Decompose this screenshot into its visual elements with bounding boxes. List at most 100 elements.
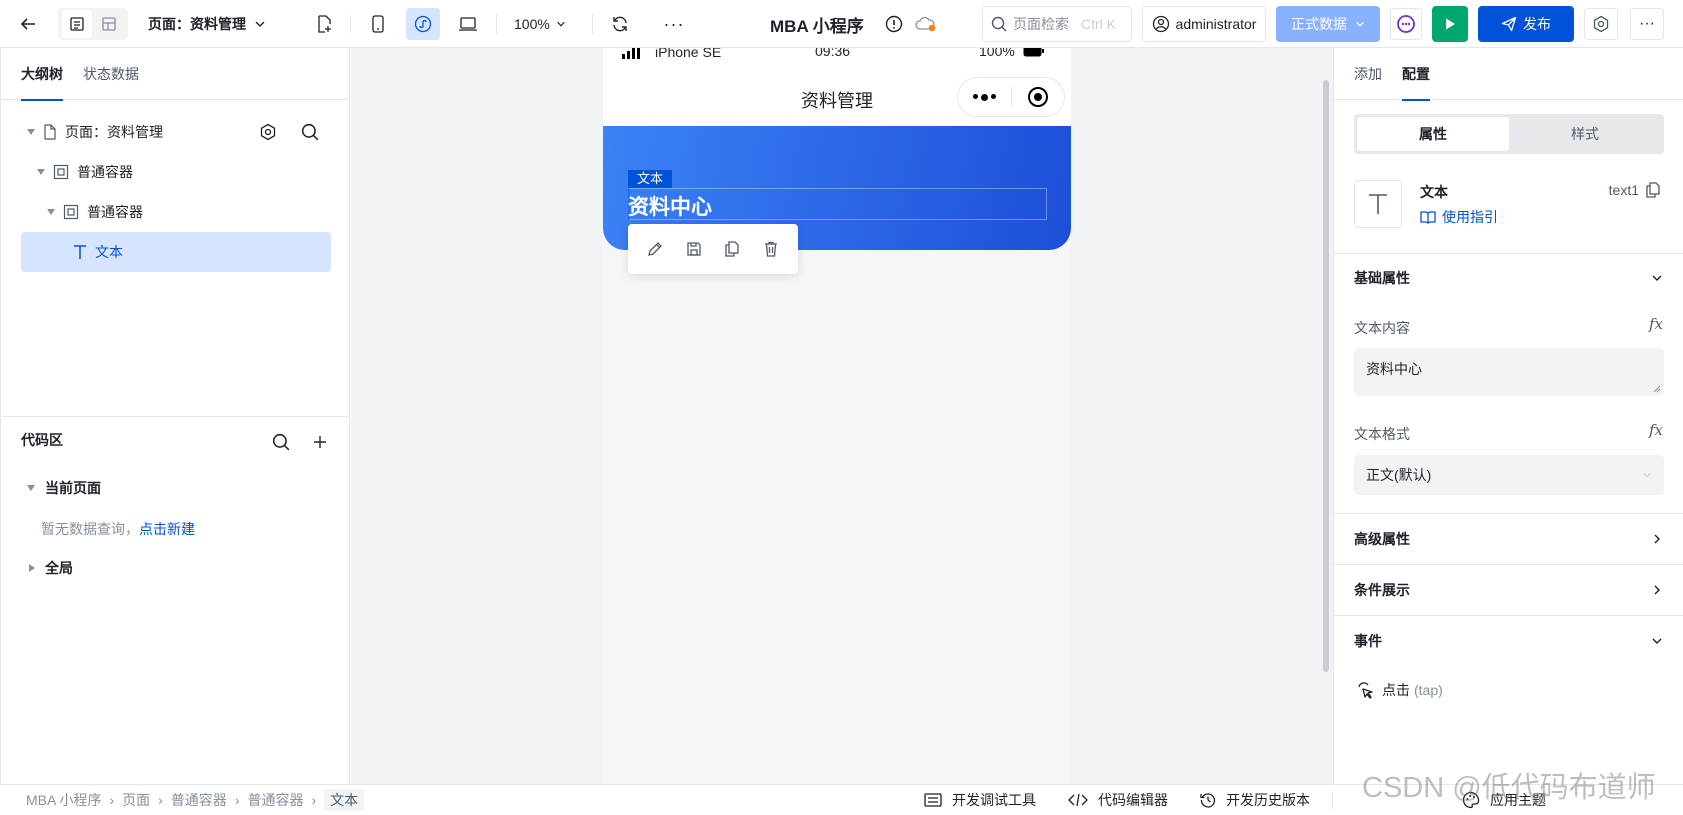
chevron-right-icon bbox=[1654, 534, 1660, 544]
zoom-selector[interactable]: 100% bbox=[514, 12, 566, 36]
cloud-sync-icon[interactable] bbox=[914, 14, 938, 34]
user-name: administrator bbox=[1175, 16, 1257, 32]
devtools-button[interactable]: 开发调试工具 bbox=[924, 785, 1036, 815]
edit-icon[interactable] bbox=[647, 241, 663, 257]
text-format-select[interactable]: 正文(默认) bbox=[1354, 455, 1664, 495]
breadcrumb-item-current[interactable]: 文本 bbox=[324, 789, 365, 811]
segment-properties[interactable]: 属性 bbox=[1357, 117, 1509, 151]
add-icon[interactable] bbox=[312, 434, 328, 450]
search-icon[interactable] bbox=[272, 433, 290, 451]
caret-down-icon[interactable] bbox=[47, 209, 55, 215]
save-icon[interactable] bbox=[686, 241, 702, 257]
caret-right-icon[interactable] bbox=[29, 564, 35, 572]
text-content-value: 资料中心 bbox=[1366, 361, 1422, 377]
divider bbox=[350, 14, 351, 34]
breadcrumb-item[interactable]: 普通容器 bbox=[247, 790, 303, 810]
refresh-icon[interactable] bbox=[608, 12, 632, 36]
breadcrumb-separator: › bbox=[234, 792, 240, 808]
code-group-global[interactable]: 全局 bbox=[29, 548, 73, 588]
chevron-down-icon bbox=[557, 21, 565, 27]
tree-node-page[interactable]: 页面：资料管理 bbox=[27, 112, 327, 152]
formula-icon[interactable]: fx bbox=[1649, 421, 1663, 439]
breadcrumb: MBA 小程序 › 页面 › 普通容器 › 普通容器 › 文本 bbox=[18, 789, 373, 811]
signal-icon bbox=[622, 48, 640, 59]
capsule-close-icon[interactable] bbox=[1012, 86, 1064, 108]
canvas-scrollbar[interactable] bbox=[1323, 80, 1329, 672]
component-type-icon bbox=[1354, 180, 1402, 228]
book-icon bbox=[1420, 211, 1436, 224]
code-group-current-page[interactable]: 当前页面 bbox=[27, 468, 101, 508]
ai-assistant-icon[interactable] bbox=[1390, 8, 1422, 40]
breadcrumb-item[interactable]: 普通容器 bbox=[171, 790, 227, 810]
tree-node-container[interactable]: 普通容器 bbox=[47, 192, 327, 232]
breadcrumb-separator: › bbox=[109, 792, 115, 808]
settings-icon[interactable] bbox=[1584, 8, 1618, 40]
create-query-link[interactable]: 点击新建 bbox=[139, 521, 195, 537]
history-button[interactable]: 开发历史版本 bbox=[1200, 785, 1310, 815]
tree-node-container[interactable]: 普通容器 bbox=[37, 152, 327, 192]
page-search-box[interactable]: 页面检索 Ctrl K bbox=[982, 6, 1132, 42]
right-panel: 添加 配置 属性 样式 文本 text1 使用指引 基础属性 文本内容 fx 资… bbox=[1333, 48, 1683, 784]
code-icon bbox=[1068, 793, 1088, 807]
divider bbox=[1332, 791, 1333, 809]
caret-down-icon[interactable] bbox=[27, 485, 35, 491]
page-icon bbox=[44, 124, 56, 140]
more-icon[interactable]: ··· bbox=[662, 12, 686, 36]
publish-button[interactable]: 发布 bbox=[1478, 6, 1574, 42]
new-page-icon[interactable] bbox=[312, 12, 336, 36]
section-basic-props[interactable]: 基础属性 bbox=[1334, 254, 1683, 302]
section-events[interactable]: 事件 bbox=[1334, 616, 1683, 666]
caret-down-icon[interactable] bbox=[37, 169, 45, 175]
usage-guide-link[interactable]: 使用指引 bbox=[1420, 207, 1498, 227]
capsule-more-icon[interactable] bbox=[958, 93, 1011, 101]
search-icon[interactable] bbox=[301, 123, 319, 141]
caret-down-icon[interactable] bbox=[27, 129, 35, 135]
tab-state-data[interactable]: 状态数据 bbox=[83, 48, 139, 100]
breadcrumb-item[interactable]: MBA 小程序 bbox=[26, 790, 101, 810]
user-button[interactable]: administrator bbox=[1142, 6, 1266, 42]
copy-icon[interactable] bbox=[1645, 182, 1661, 198]
desktop-device-icon[interactable] bbox=[456, 12, 480, 36]
breadcrumb-item[interactable]: 页面 bbox=[122, 790, 150, 810]
tree-node-text-selected[interactable]: 文本 bbox=[21, 232, 331, 272]
copy-icon[interactable] bbox=[724, 241, 740, 257]
info-icon[interactable] bbox=[884, 14, 904, 34]
data-env-label: 正式数据 bbox=[1291, 16, 1347, 32]
page-view-icon[interactable] bbox=[62, 10, 92, 38]
right-tabs: 添加 配置 bbox=[1334, 48, 1683, 101]
more-menu-icon[interactable]: ··· bbox=[1630, 8, 1664, 40]
resize-handle-icon[interactable] bbox=[1653, 385, 1661, 393]
zoom-value: 100% bbox=[514, 16, 550, 32]
data-env-select[interactable]: 正式数据 bbox=[1276, 6, 1380, 42]
formula-icon[interactable]: fx bbox=[1649, 315, 1663, 333]
event-click-item[interactable]: 点击 (tap) bbox=[1356, 680, 1443, 700]
chevron-right-icon bbox=[1654, 585, 1660, 595]
battery-icon bbox=[1023, 48, 1044, 57]
publish-label: 发布 bbox=[1523, 16, 1551, 32]
tab-add[interactable]: 添加 bbox=[1354, 48, 1382, 100]
tab-config[interactable]: 配置 bbox=[1402, 48, 1430, 101]
layout-view-icon[interactable] bbox=[94, 10, 124, 38]
segment-styles[interactable]: 样式 bbox=[1509, 117, 1661, 151]
banner-title-text[interactable]: 资料中心 bbox=[628, 191, 712, 221]
section-advanced-props[interactable]: 高级属性 bbox=[1334, 514, 1683, 565]
page-settings-icon[interactable] bbox=[259, 123, 277, 141]
page-selector[interactable]: 页面：资料管理 bbox=[148, 12, 266, 36]
tab-outline-tree[interactable]: 大纲树 bbox=[21, 48, 63, 101]
delete-icon[interactable] bbox=[763, 241, 779, 257]
code-editor-button[interactable]: 代码编辑器 bbox=[1068, 785, 1168, 815]
app-theme-button[interactable]: 应用主题 bbox=[1462, 785, 1546, 815]
tree-node-container-label: 普通容器 bbox=[77, 164, 133, 180]
status-time: 09:36 bbox=[815, 48, 851, 59]
section-conditional[interactable]: 条件展示 bbox=[1334, 565, 1683, 616]
miniprogram-device-icon[interactable] bbox=[406, 8, 440, 40]
phone-frame: iPhone SE 09:36 100% 资料管理 文本 资料中心 bbox=[603, 48, 1071, 784]
status-right: 100% bbox=[979, 48, 1045, 59]
text-content-input[interactable]: 资料中心 bbox=[1354, 348, 1664, 396]
top-toolbar: 页面：资料管理 100% ··· MBA 小程序 页面检索 Ctrl K adm… bbox=[0, 0, 1683, 48]
run-preview-button[interactable] bbox=[1432, 6, 1468, 42]
text-content-label: 文本内容 bbox=[1354, 320, 1410, 336]
capsule-menu bbox=[957, 77, 1065, 117]
mobile-device-icon[interactable] bbox=[366, 12, 390, 36]
back-icon[interactable] bbox=[14, 12, 42, 36]
